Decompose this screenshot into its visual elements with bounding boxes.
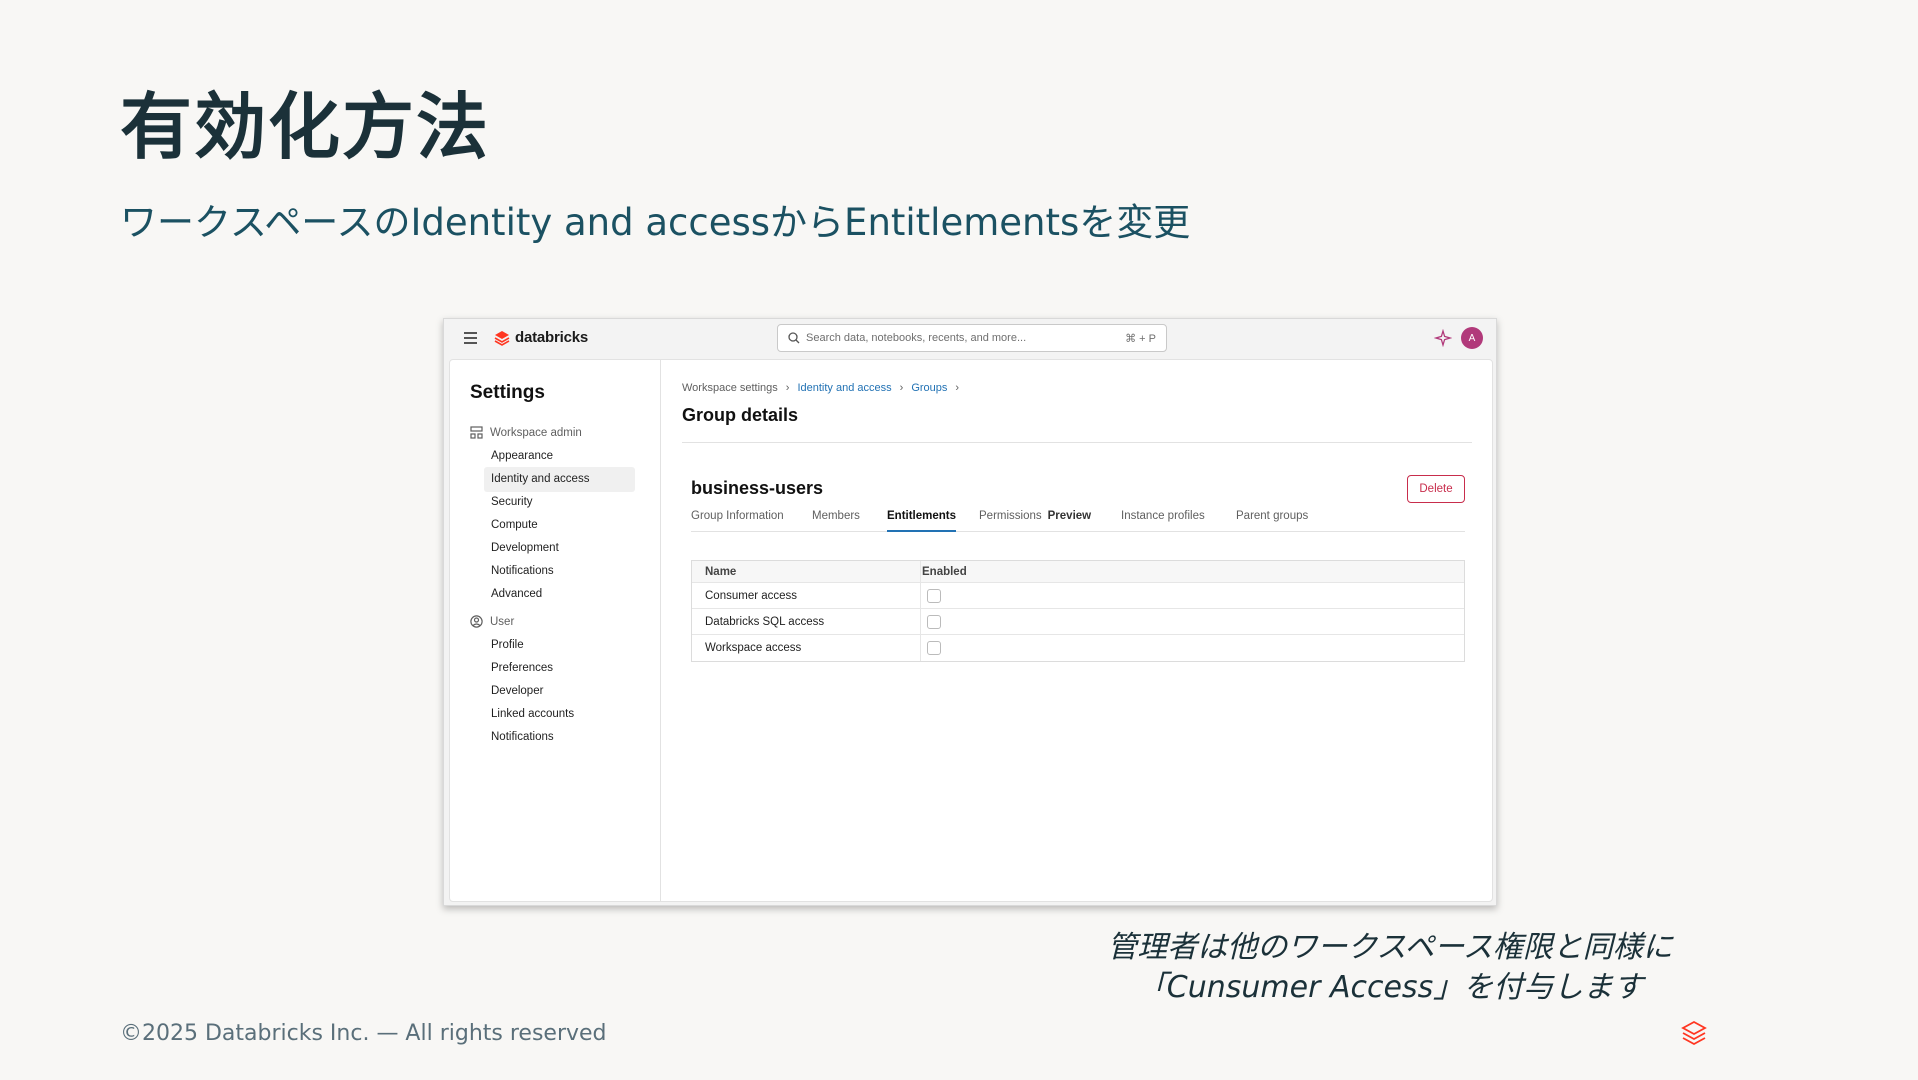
user-circle-icon [470,615,483,628]
table-row: Databricks SQL access [692,609,1464,635]
copyright-footer: ©2025 Databricks Inc. — All rights reser… [120,1021,607,1046]
user-heading: User [470,615,514,628]
table-row: Workspace access [692,635,1464,661]
avatar[interactable]: A [1461,327,1483,349]
sidebar-item-advanced[interactable]: Advanced [484,582,635,607]
sidebar-item-developer[interactable]: Developer [484,679,635,704]
databricks-footer-logo-icon [1681,1020,1707,1046]
entitlement-name: Workspace access [705,642,802,654]
main-content: Workspace settings › Identity and access… [661,360,1492,901]
search-input[interactable]: Search data, notebooks, recents, and mor… [777,324,1167,352]
sidebar-item-preferences[interactable]: Preferences [484,656,635,681]
brand-name: databricks [515,329,589,346]
tab-parent-groups[interactable]: Parent groups [1236,510,1308,532]
sidebar-item-profile[interactable]: Profile [484,633,635,658]
enabled-cell [922,583,941,608]
sidebar-item-compute[interactable]: Compute [484,513,635,538]
entitlement-name: Databricks SQL access [705,615,825,628]
workspace-admin-label: Workspace admin [490,426,582,439]
sidebar-item-security[interactable]: Security [484,490,635,515]
sidebar-item-linked-accounts[interactable]: Linked accounts [484,702,635,727]
databricks-logo[interactable]: databricks [494,329,588,346]
slide-title: 有効化方法 [120,85,491,169]
sidebar-item-notifications[interactable]: Notifications [484,559,635,584]
tab-instance-profiles[interactable]: Instance profiles [1121,510,1205,532]
column-header-name: Name [705,565,737,578]
breadcrumb-separator: › [955,382,960,394]
top-bar: databricks Search data, notebooks, recen… [444,319,1496,359]
assistant-sparkle-icon[interactable] [1434,329,1452,347]
tab-group-information[interactable]: Group Information [691,510,784,532]
workspace-admin-heading: Workspace admin [470,426,582,439]
column-header-enabled: Enabled [922,565,967,578]
tab-bar: Group Information Members Entitlements P… [691,510,1465,532]
column-divider [920,561,921,582]
tab-permissions-label: Permissions [979,510,1042,522]
column-divider [920,609,921,634]
databricks-logo-icon [494,330,510,346]
settings-title: Settings [470,382,545,403]
breadcrumb-separator: › [785,382,790,394]
tab-members[interactable]: Members [812,510,860,532]
preview-badge: Preview [1047,510,1092,522]
note-line-2: 「Cunsumer Access」を付与します [1136,970,1644,1005]
column-divider [920,635,921,661]
delete-button[interactable]: Delete [1407,475,1465,503]
sidebar-item-development[interactable]: Development [484,536,635,561]
breadcrumb-workspace-settings[interactable]: Workspace settings [682,382,778,394]
sidebar-item-identity-and-access[interactable]: Identity and access [484,467,635,492]
checkmark-icon [929,592,939,600]
enabled-cell [922,609,941,634]
search-placeholder: Search data, notebooks, recents, and mor… [806,332,1027,344]
search-shortcut: ⌘ + P [1125,332,1156,345]
breadcrumb: Workspace settings › Identity and access… [682,382,959,394]
sidebar-item-appearance[interactable]: Appearance [484,444,635,469]
workspace-admin-icon [470,426,483,439]
slide-note: 管理者は他のワークスペース権限と同様に 「Cunsumer Access」を付与… [1080,928,1700,1008]
divider [682,442,1472,443]
entitlements-table: Name Enabled Consumer access Databricks … [691,560,1465,662]
settings-panel: Settings Workspace admin Appearance Iden… [449,359,1493,902]
breadcrumb-separator: › [899,382,904,394]
page-title: Group details [682,405,799,425]
sidebar-item-user-notifications[interactable]: Notifications [484,725,635,750]
search-icon [788,332,800,344]
menu-icon[interactable] [464,332,477,344]
settings-sidebar: Settings Workspace admin Appearance Iden… [450,360,661,901]
tab-entitlements[interactable]: Entitlements [887,510,957,532]
tab-permissions[interactable]: Permissions Preview [979,510,1091,532]
table-header-row: Name Enabled [692,561,1464,583]
entitlement-name: Consumer access [705,589,798,602]
workspace-access-checkbox[interactable] [927,641,941,655]
databricks-sql-access-checkbox[interactable] [927,614,941,629]
databricks-screenshot: databricks Search data, notebooks, recen… [443,318,1497,906]
group-name: business-users [691,478,824,498]
enabled-cell [922,635,941,661]
breadcrumb-groups[interactable]: Groups [911,382,947,394]
slide-subtitle: ワークスペースのIdentity and accessからEntitlement… [120,201,1191,244]
breadcrumb-identity-and-access[interactable]: Identity and access [797,382,891,394]
user-label: User [490,615,515,628]
column-divider [920,583,921,608]
table-row: Consumer access [692,583,1464,609]
note-line-1: 管理者は他のワークスペース権限と同様に [1107,930,1673,965]
consumer-access-checkbox[interactable] [927,588,941,603]
